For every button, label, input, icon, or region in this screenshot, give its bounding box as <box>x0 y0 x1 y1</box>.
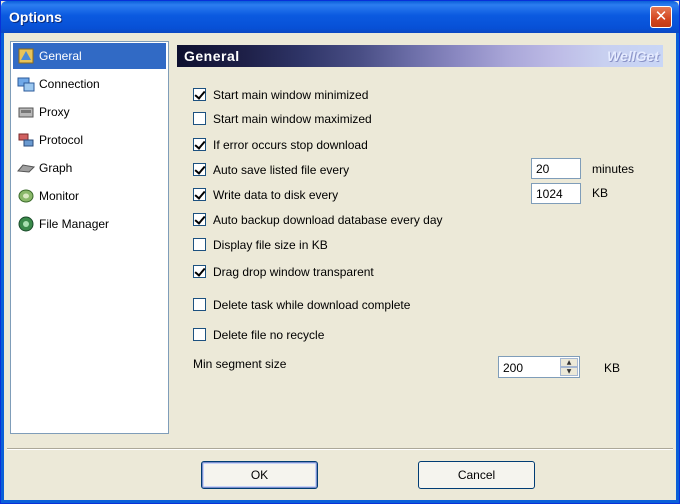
brand-logo: WellGet <box>607 48 659 64</box>
checkbox[interactable] <box>193 163 206 176</box>
title-bar[interactable]: Options ✕ <box>1 1 679 33</box>
sidebar-item-label: Connection <box>39 77 100 91</box>
checkbox[interactable] <box>193 298 206 311</box>
sidebar-item-file-manager[interactable]: File Manager <box>13 211 166 237</box>
checkbox[interactable] <box>193 138 206 151</box>
checkbox[interactable] <box>193 213 206 226</box>
close-button[interactable]: ✕ <box>650 6 672 28</box>
monitor-icon <box>18 189 34 203</box>
proxy-icon <box>18 107 34 118</box>
option-label: Auto backup download database every day <box>213 213 443 227</box>
spin-down-button[interactable]: ▼ <box>560 367 578 376</box>
section-header: General WellGet <box>177 45 663 67</box>
autosave-interval-input[interactable] <box>531 158 581 179</box>
sidebar-item-general[interactable]: General <box>13 43 166 69</box>
sidebar-item-proxy[interactable]: Proxy <box>13 99 166 125</box>
checkbox[interactable] <box>193 238 206 251</box>
sidebar-item-label: Protocol <box>39 133 84 147</box>
segment-label: Min segment size <box>193 357 287 371</box>
graph-icon <box>17 164 35 173</box>
sidebar-item-connection[interactable]: Connection <box>13 71 166 97</box>
write-interval-input[interactable] <box>531 183 581 204</box>
category-list[interactable]: General Connection Proxy Protocol Graph … <box>10 41 169 434</box>
segment-size-value[interactable]: 200 <box>503 361 523 375</box>
options-dialog: Options ✕ General Connection Proxy Proto… <box>0 0 680 504</box>
checkbox[interactable] <box>193 88 206 101</box>
sidebar-item-label: General <box>39 49 82 63</box>
spin-up-button[interactable]: ▲ <box>560 358 578 367</box>
option-label: Delete task while download complete <box>213 298 411 312</box>
sidebar-item-label: Proxy <box>39 105 70 119</box>
segment-size-spinner[interactable]: 200 ▲ ▼ <box>498 356 580 378</box>
option-label: Auto save listed file every <box>213 163 350 177</box>
file-manager-icon <box>18 216 34 232</box>
sidebar-item-label: File Manager <box>39 217 110 231</box>
window-title: Options <box>9 9 62 25</box>
sidebar-item-protocol[interactable]: Protocol <box>13 127 166 153</box>
sidebar-item-graph[interactable]: Graph <box>13 155 166 181</box>
sidebar-item-label: Monitor <box>39 189 80 203</box>
checkbox[interactable] <box>193 188 206 201</box>
ok-button[interactable]: OK <box>201 461 318 489</box>
option-label: Drag drop window transparent <box>213 265 374 279</box>
write-unit: KB <box>592 186 609 200</box>
sidebar-item-label: Graph <box>39 161 73 175</box>
option-label: If error occurs stop download <box>213 138 368 152</box>
general-icon <box>18 48 34 64</box>
arrow-up-icon: ▲ <box>566 359 572 366</box>
option-label: Start main window minimized <box>213 88 369 102</box>
checkbox[interactable] <box>193 265 206 278</box>
autosave-unit: minutes <box>592 162 635 176</box>
option-label: Write data to disk every <box>213 188 339 202</box>
arrow-down-icon: ▼ <box>566 368 572 375</box>
checkbox[interactable] <box>193 328 206 341</box>
close-icon: ✕ <box>654 7 668 25</box>
connection-icon <box>17 77 35 92</box>
sidebar-item-monitor[interactable]: Monitor <box>13 183 166 209</box>
protocol-icon <box>18 133 34 147</box>
cancel-button[interactable]: Cancel <box>418 461 535 489</box>
option-label: Delete file no recycle <box>213 328 325 342</box>
section-title: General <box>184 48 240 64</box>
option-label: Start main window maximized <box>213 112 372 126</box>
checkbox[interactable] <box>193 112 206 125</box>
segment-unit: KB <box>604 361 621 375</box>
divider <box>7 448 673 450</box>
option-label: Display file size in KB <box>213 238 328 252</box>
